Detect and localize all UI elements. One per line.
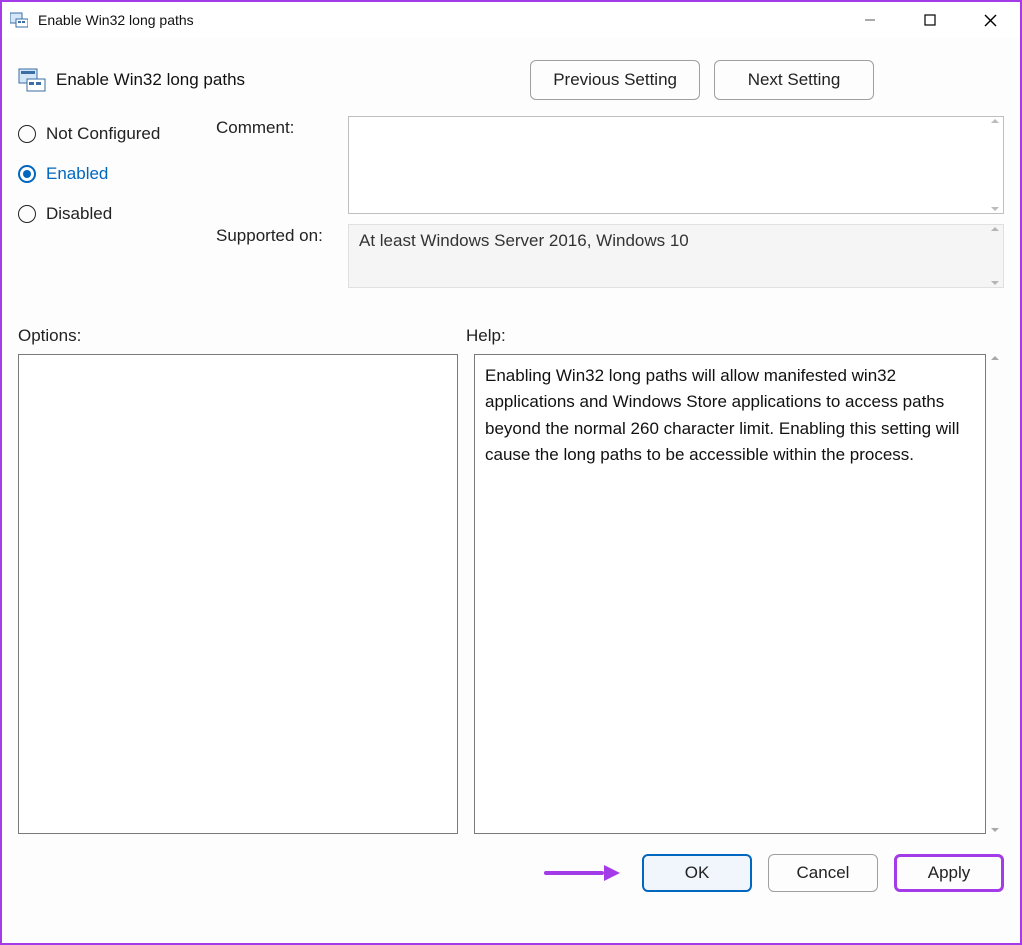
spin-down-icon[interactable] bbox=[991, 207, 999, 211]
panels-row: Enabling Win32 long paths will allow man… bbox=[2, 354, 1020, 834]
help-panel[interactable]: Enabling Win32 long paths will allow man… bbox=[474, 354, 986, 834]
config-area: Not Configured Enabled Disabled Comment: bbox=[2, 116, 1020, 306]
supported-value: At least Windows Server 2016, Windows 10 bbox=[359, 231, 689, 250]
help-text: Enabling Win32 long paths will allow man… bbox=[485, 366, 959, 464]
radio-enabled[interactable]: Enabled bbox=[18, 164, 190, 184]
next-setting-button[interactable]: Next Setting bbox=[714, 60, 874, 100]
section-labels: Options: Help: bbox=[2, 306, 1020, 354]
options-panel[interactable] bbox=[18, 354, 458, 834]
radio-label: Enabled bbox=[46, 164, 108, 184]
annotation-arrow-icon bbox=[544, 865, 620, 881]
state-radiogroup: Not Configured Enabled Disabled bbox=[18, 116, 190, 298]
window-controls bbox=[840, 2, 1020, 38]
spin-up-icon[interactable] bbox=[991, 119, 999, 123]
maximize-icon bbox=[924, 14, 936, 26]
supported-spinner bbox=[987, 225, 1003, 287]
radio-label: Not Configured bbox=[46, 124, 160, 144]
spin-up-icon[interactable] bbox=[991, 356, 999, 360]
spin-up-icon[interactable] bbox=[991, 227, 999, 231]
apply-button[interactable]: Apply bbox=[894, 854, 1004, 892]
radio-disabled[interactable]: Disabled bbox=[18, 204, 190, 224]
titlebar: Enable Win32 long paths bbox=[2, 2, 1020, 38]
help-outer-spinner bbox=[986, 354, 1004, 834]
spin-down-icon[interactable] bbox=[991, 828, 999, 832]
fields-column: Comment: Supported on: At least Windows … bbox=[216, 116, 1004, 298]
window-title: Enable Win32 long paths bbox=[38, 12, 194, 28]
comment-spinner bbox=[987, 117, 1003, 213]
policy-icon bbox=[18, 66, 46, 94]
dialog-content: Enable Win32 long paths Previous Setting… bbox=[2, 38, 1020, 943]
supported-label: Supported on: bbox=[216, 224, 348, 246]
radio-icon bbox=[18, 125, 36, 143]
cancel-button[interactable]: Cancel bbox=[768, 854, 878, 892]
radio-icon bbox=[18, 205, 36, 223]
help-panel-wrap: Enabling Win32 long paths will allow man… bbox=[474, 354, 1004, 834]
minimize-button[interactable] bbox=[840, 2, 900, 38]
minimize-icon bbox=[864, 14, 876, 26]
app-icon bbox=[10, 11, 28, 29]
nav-buttons: Previous Setting Next Setting bbox=[530, 60, 1004, 100]
comment-textarea[interactable] bbox=[348, 116, 1004, 214]
close-button[interactable] bbox=[960, 2, 1020, 38]
policy-title: Enable Win32 long paths bbox=[56, 70, 245, 90]
options-section-label: Options: bbox=[18, 326, 466, 346]
previous-setting-button[interactable]: Previous Setting bbox=[530, 60, 700, 100]
radio-icon bbox=[18, 165, 36, 183]
ok-button[interactable]: OK bbox=[642, 854, 752, 892]
close-icon bbox=[984, 14, 997, 27]
comment-field-row: Comment: bbox=[216, 116, 1004, 214]
help-section-label: Help: bbox=[466, 326, 1004, 346]
maximize-button[interactable] bbox=[900, 2, 960, 38]
spin-down-icon[interactable] bbox=[991, 281, 999, 285]
comment-label: Comment: bbox=[216, 116, 348, 138]
supported-on-box: At least Windows Server 2016, Windows 10 bbox=[348, 224, 1004, 288]
radio-not-configured[interactable]: Not Configured bbox=[18, 124, 190, 144]
footer-row: OK Cancel Apply bbox=[2, 834, 1020, 910]
radio-label: Disabled bbox=[46, 204, 112, 224]
header-row: Enable Win32 long paths Previous Setting… bbox=[2, 38, 1020, 116]
supported-field-row: Supported on: At least Windows Server 20… bbox=[216, 224, 1004, 288]
policy-editor-window: Enable Win32 long paths bbox=[0, 0, 1022, 945]
